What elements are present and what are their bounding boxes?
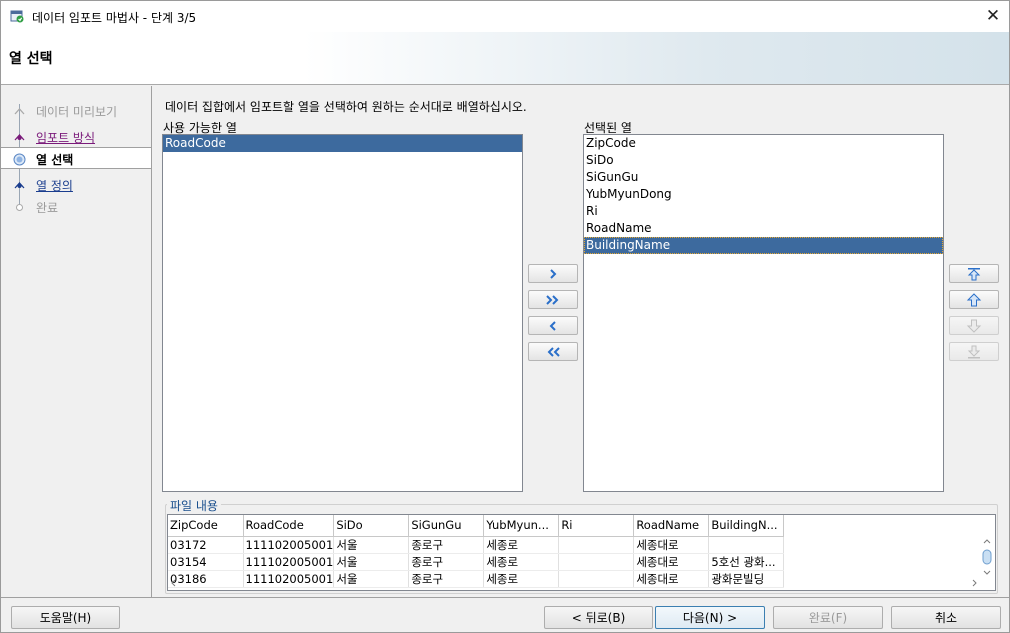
step-pending-icon xyxy=(16,204,23,211)
file-contents-label: 파일 내용 xyxy=(167,497,221,514)
step-visited-icon xyxy=(14,134,25,141)
move-bottom-button[interactable] xyxy=(949,342,999,361)
close-button[interactable]: ✕ xyxy=(977,1,1009,31)
list-item[interactable]: RoadCode xyxy=(163,135,522,152)
table-cell: 세종로 xyxy=(483,536,560,554)
column-header[interactable]: RoadCode xyxy=(243,515,335,537)
nav-step-label: 완료 xyxy=(36,201,59,215)
nav-step-define-columns[interactable]: 열 정의 xyxy=(1,174,151,196)
table-cell xyxy=(558,536,635,554)
step-done-icon xyxy=(14,108,25,115)
app-icon xyxy=(10,10,24,23)
table-cell: 111102005001 xyxy=(243,536,335,554)
move-top-button[interactable] xyxy=(949,264,999,283)
table-cell: 서울 xyxy=(333,536,410,554)
page-title: 열 선택 xyxy=(9,51,53,67)
move-left-button[interactable] xyxy=(528,316,578,335)
footer-divider xyxy=(1,597,1009,598)
help-button[interactable]: 도움말(H) xyxy=(11,606,120,629)
table-cell: 03172 xyxy=(168,536,244,554)
move-right-button[interactable] xyxy=(528,264,578,283)
available-columns-list[interactable]: RoadCode xyxy=(162,134,523,492)
column-header[interactable]: ZipCode xyxy=(168,515,244,537)
nav-step-data-preview: 데이터 미리보기 xyxy=(1,100,151,122)
close-icon: ✕ xyxy=(985,6,1001,26)
move-up-icon xyxy=(966,292,982,306)
move-down-icon xyxy=(966,319,982,333)
move-up-button[interactable] xyxy=(949,290,999,309)
column-header[interactable]: SiGunGu xyxy=(408,515,485,537)
move-all-right-icon xyxy=(546,294,559,305)
column-header[interactable]: RoadName xyxy=(633,515,710,537)
move-right-icon xyxy=(550,268,557,279)
step-current-icon xyxy=(13,153,26,166)
table-cell: 서울 xyxy=(333,553,410,571)
nav-step-select-columns: 열 선택 xyxy=(1,147,151,169)
move-top-icon xyxy=(967,267,981,280)
table-cell: 5호선 광화... xyxy=(708,553,785,571)
list-item[interactable]: RoadName xyxy=(584,220,943,237)
table-header-row: ZipCode RoadCode SiDo SiGunGu YubMyun...… xyxy=(168,515,785,537)
list-item[interactable]: Ri xyxy=(584,203,943,220)
finish-button[interactable]: 완료(F) xyxy=(773,606,883,629)
table-cell: 세종로 xyxy=(483,553,560,571)
move-all-left-icon xyxy=(547,346,560,357)
step-navigation: 데이터 미리보기 임포트 방식 열 선택 열 정의 완료 xyxy=(1,86,152,597)
selected-columns-list[interactable]: ZipCode SiDo SiGunGu YubMyunDong Ri Road… xyxy=(583,134,944,492)
next-button[interactable]: 다음(N) > xyxy=(655,606,765,629)
window-title: 데이터 임포트 마법사 - 단계 3/5 xyxy=(32,11,197,25)
list-item[interactable]: SiGunGu xyxy=(584,169,943,186)
step-link-icon xyxy=(14,182,25,189)
list-item[interactable]: ZipCode xyxy=(584,135,943,152)
column-header[interactable]: SiDo xyxy=(333,515,410,537)
list-item[interactable]: BuildingName xyxy=(584,237,943,254)
nav-step-label: 열 선택 xyxy=(36,153,74,167)
nav-step-import-method[interactable]: 임포트 방식 xyxy=(1,126,151,148)
move-left-icon xyxy=(549,320,556,331)
table-cell: 종로구 xyxy=(408,536,485,554)
horizontal-scrollbar[interactable] xyxy=(169,577,979,589)
column-header[interactable]: BuildingN... xyxy=(708,515,785,537)
column-header[interactable]: Ri xyxy=(558,515,635,537)
move-down-button[interactable] xyxy=(949,316,999,335)
move-bottom-icon xyxy=(967,345,981,358)
table-row: 03154 111102005001 서울 종로구 세종로 세종대로 5호선 광… xyxy=(168,553,785,571)
move-all-right-button[interactable] xyxy=(528,290,578,309)
vertical-scrollbar[interactable] xyxy=(980,537,994,577)
list-item[interactable]: YubMyunDong xyxy=(584,186,943,203)
title-bar: 데이터 임포트 마법사 - 단계 3/5 ✕ xyxy=(1,1,1009,32)
wizard-window: 데이터 임포트 마법사 - 단계 3/5 ✕ 열 선택 데이터 미리보기 임포트… xyxy=(0,0,1010,633)
table-cell xyxy=(558,553,635,571)
instruction-text: 데이터 집합에서 임포트할 열을 선택하여 원하는 순서대로 배열하십시오. xyxy=(165,100,527,114)
table-cell: 111102005001 xyxy=(243,553,335,571)
table-cell xyxy=(708,536,785,554)
back-button[interactable]: < 뒤로(B) xyxy=(544,606,653,629)
file-contents-preview[interactable]: ZipCode RoadCode SiDo SiGunGu YubMyun...… xyxy=(167,514,996,591)
table-cell: 03154 xyxy=(168,553,244,571)
list-item[interactable]: SiDo xyxy=(584,152,943,169)
nav-step-finish: 완료 xyxy=(1,196,151,218)
table-cell: 종로구 xyxy=(408,553,485,571)
nav-step-label: 임포트 방식 xyxy=(36,131,96,145)
table-cell: 세종대로 xyxy=(633,553,710,571)
column-header[interactable]: YubMyun... xyxy=(483,515,560,537)
move-all-left-button[interactable] xyxy=(528,342,578,361)
step-header: 열 선택 xyxy=(1,32,1009,85)
nav-step-label: 데이터 미리보기 xyxy=(36,105,118,119)
table-row: 03172 111102005001 서울 종로구 세종로 세종대로 xyxy=(168,536,785,554)
nav-step-label: 열 정의 xyxy=(36,179,73,193)
table-cell: 세종대로 xyxy=(633,536,710,554)
cancel-button[interactable]: 취소 xyxy=(891,606,1001,629)
